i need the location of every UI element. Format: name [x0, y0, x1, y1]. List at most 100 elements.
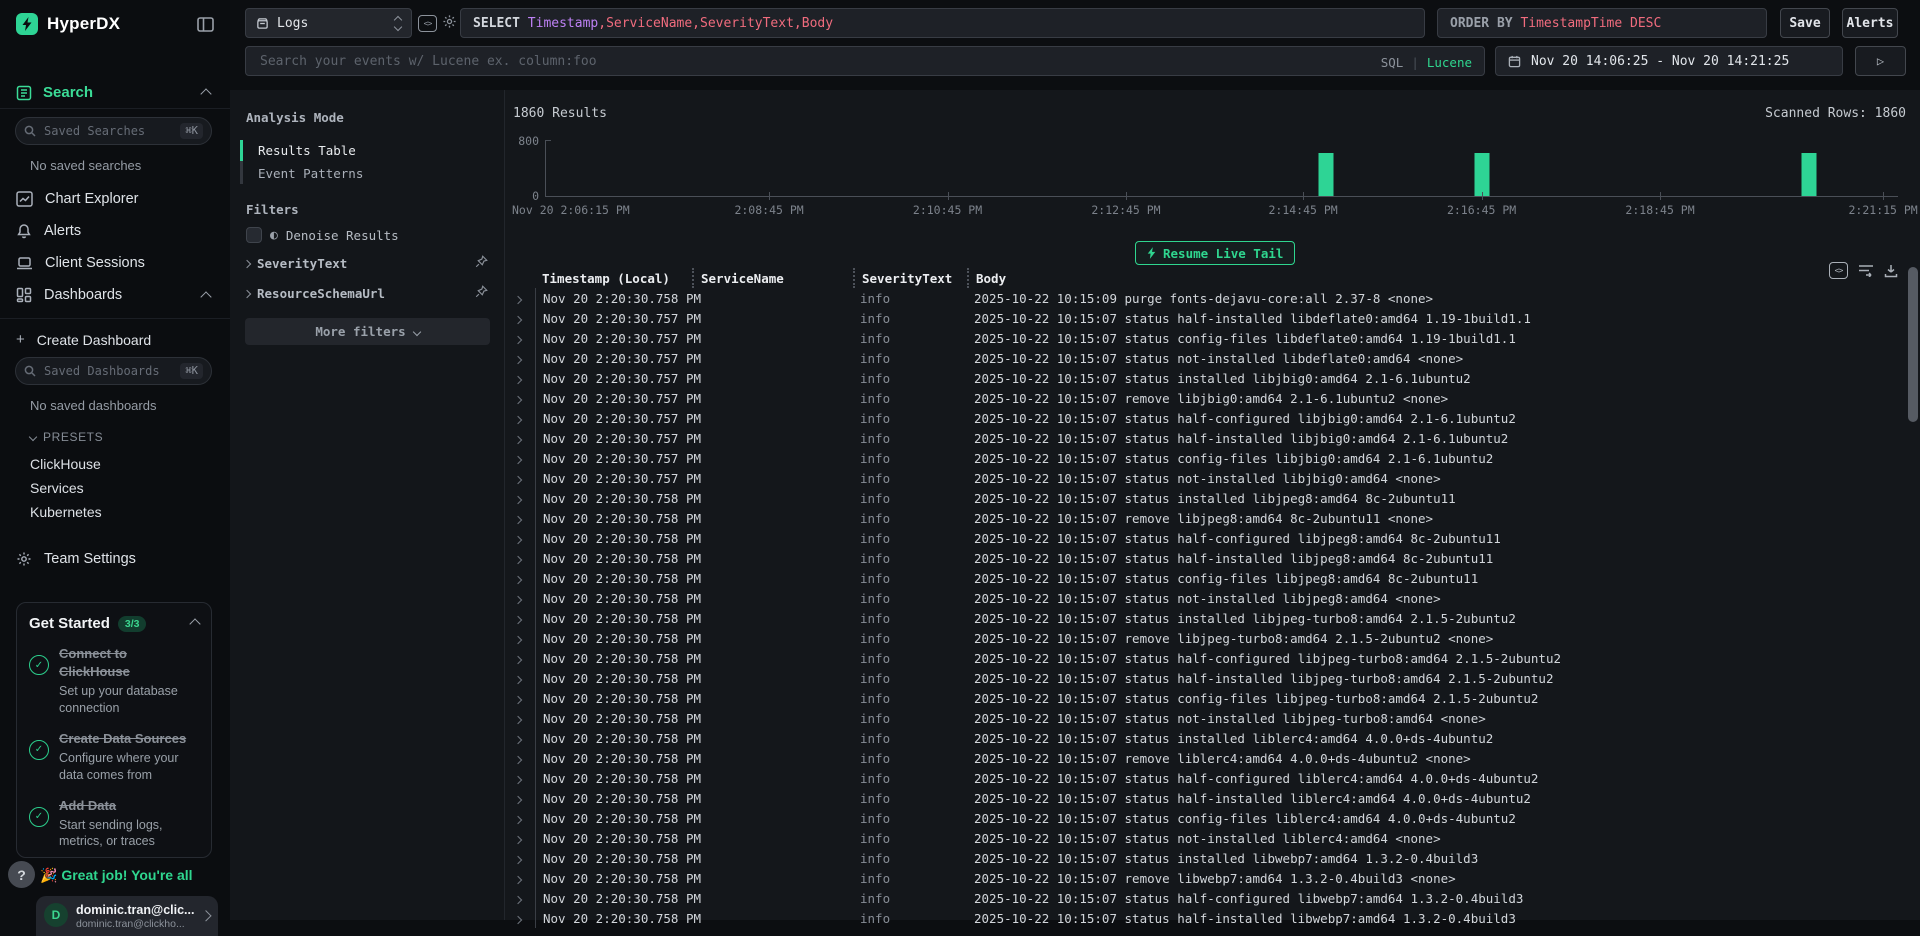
expand-row-icon[interactable]: [505, 871, 535, 886]
table-row[interactable]: Nov 20 2:20:30.758 PMinfo2025-10-22 10:1…: [505, 728, 1897, 748]
table-row[interactable]: Nov 20 2:20:30.757 PMinfo2025-10-22 10:1…: [505, 328, 1897, 348]
table-row[interactable]: Nov 20 2:20:30.757 PMinfo2025-10-22 10:1…: [505, 348, 1897, 368]
table-row[interactable]: Nov 20 2:20:30.758 PMinfo2025-10-22 10:1…: [505, 628, 1897, 648]
table-row[interactable]: Nov 20 2:20:30.758 PMinfo2025-10-22 10:1…: [505, 568, 1897, 588]
column-header-severitytext[interactable]: SeverityText: [853, 268, 967, 288]
expand-row-icon[interactable]: [505, 551, 535, 566]
expand-row-icon[interactable]: [505, 351, 535, 366]
histogram-bar[interactable]: [1319, 153, 1334, 196]
expand-row-icon[interactable]: [505, 591, 535, 606]
code-view-button[interactable]: <>: [418, 15, 437, 32]
table-row[interactable]: Nov 20 2:20:30.757 PMinfo2025-10-22 10:1…: [505, 428, 1897, 448]
chevron-up-icon[interactable]: [200, 88, 211, 99]
source-select[interactable]: Logs: [245, 8, 412, 38]
expand-row-icon[interactable]: [505, 731, 535, 746]
table-row[interactable]: Nov 20 2:20:30.757 PMinfo2025-10-22 10:1…: [505, 408, 1897, 428]
lucene-mode-toggle[interactable]: Lucene: [1427, 55, 1472, 70]
table-row[interactable]: Nov 20 2:20:30.758 PMinfo2025-10-22 10:1…: [505, 588, 1897, 608]
sidebar-item-search[interactable]: Search: [16, 84, 93, 101]
table-row[interactable]: Nov 20 2:20:30.758 PMinfo2025-10-22 10:1…: [505, 768, 1897, 788]
order-by-input[interactable]: ORDER BY TimestampTime DESC: [1437, 8, 1767, 38]
expand-row-icon[interactable]: [505, 891, 535, 906]
expand-row-icon[interactable]: [505, 491, 535, 506]
event-search-bar[interactable]: SQL | Lucene: [245, 46, 1485, 76]
expand-row-icon[interactable]: [505, 771, 535, 786]
sidebar-item-chart-explorer[interactable]: Chart Explorer: [16, 191, 138, 207]
mode-event-patterns[interactable]: Event Patterns: [258, 166, 363, 181]
scrollbar-thumb[interactable]: [1908, 267, 1918, 422]
table-row[interactable]: Nov 20 2:20:30.757 PMinfo2025-10-22 10:1…: [505, 368, 1897, 388]
table-row[interactable]: Nov 20 2:20:30.758 PMinfo2025-10-22 10:1…: [505, 648, 1897, 668]
expand-row-icon[interactable]: [505, 291, 535, 306]
chevron-up-icon[interactable]: [200, 291, 211, 302]
filter-group-resourceschemaurl[interactable]: ResourceSchemaUrl: [244, 286, 385, 301]
preset-services[interactable]: Services: [30, 480, 84, 496]
expand-row-icon[interactable]: [505, 691, 535, 706]
expand-row-icon[interactable]: [505, 611, 535, 626]
table-row[interactable]: Nov 20 2:20:30.758 PMinfo2025-10-22 10:1…: [505, 868, 1897, 888]
chevron-up-icon[interactable]: [189, 618, 200, 629]
mode-results-table[interactable]: Results Table: [258, 143, 356, 158]
lucene-search-input[interactable]: [258, 53, 1472, 70]
table-row[interactable]: Nov 20 2:20:30.758 PMinfo2025-10-22 10:1…: [505, 848, 1897, 868]
collapse-sidebar-icon[interactable]: [197, 17, 214, 32]
expand-row-icon[interactable]: [505, 811, 535, 826]
sidebar-item-alerts[interactable]: Alerts: [16, 223, 81, 239]
expand-row-icon[interactable]: [505, 451, 535, 466]
table-row[interactable]: Nov 20 2:20:30.758 PMinfo2025-10-22 10:1…: [505, 548, 1897, 568]
table-row[interactable]: Nov 20 2:20:30.758 PMinfo2025-10-22 10:1…: [505, 808, 1897, 828]
table-row[interactable]: Nov 20 2:20:30.757 PMinfo2025-10-22 10:1…: [505, 448, 1897, 468]
save-button[interactable]: Save: [1780, 8, 1830, 38]
expand-row-icon[interactable]: [505, 371, 535, 386]
histogram-bar[interactable]: [1474, 153, 1489, 196]
histogram-bar[interactable]: [1801, 153, 1816, 196]
column-header-timestamp[interactable]: Timestamp (Local): [535, 268, 692, 288]
preset-clickhouse[interactable]: ClickHouse: [30, 456, 101, 472]
table-row[interactable]: Nov 20 2:20:30.757 PMinfo2025-10-22 10:1…: [505, 468, 1897, 488]
query-settings-button[interactable]: [442, 14, 457, 29]
expand-row-icon[interactable]: [505, 651, 535, 666]
user-menu[interactable]: D dominic.tran@clic... dominic.tran@clic…: [36, 896, 218, 936]
table-row[interactable]: Nov 20 2:20:30.758 PMinfo2025-10-22 10:1…: [505, 908, 1897, 928]
time-range-picker[interactable]: Nov 20 14:06:25 - Nov 20 14:21:25: [1495, 46, 1843, 76]
table-row[interactable]: Nov 20 2:20:30.757 PMinfo2025-10-22 10:1…: [505, 388, 1897, 408]
expand-row-icon[interactable]: [505, 911, 535, 926]
create-dashboard-button[interactable]: + Create Dashboard: [16, 331, 151, 348]
get-started-step[interactable]: ✓ Create Data Sources Configure where yo…: [29, 730, 199, 784]
saved-searches-field[interactable]: [42, 123, 174, 139]
sql-mode-toggle[interactable]: SQL: [1381, 55, 1404, 70]
expand-row-icon[interactable]: [505, 531, 535, 546]
expand-row-icon[interactable]: [505, 471, 535, 486]
table-row[interactable]: Nov 20 2:20:30.758 PMinfo2025-10-22 10:1…: [505, 488, 1897, 508]
table-row[interactable]: Nov 20 2:20:30.757 PMinfo2025-10-22 10:1…: [505, 308, 1897, 328]
expand-row-icon[interactable]: [505, 671, 535, 686]
checkbox[interactable]: [246, 227, 262, 243]
get-started-step[interactable]: ✓ Add Data Start sending logs, metrics, …: [29, 797, 199, 851]
expand-row-icon[interactable]: [505, 431, 535, 446]
sidebar-item-client-sessions[interactable]: Client Sessions: [16, 255, 145, 271]
expand-row-icon[interactable]: [505, 751, 535, 766]
alerts-button[interactable]: Alerts: [1842, 8, 1898, 38]
expand-row-icon[interactable]: [505, 511, 535, 526]
table-row[interactable]: Nov 20 2:20:30.758 PMinfo2025-10-22 10:1…: [505, 828, 1897, 848]
select-columns-input[interactable]: SELECT Timestamp,ServiceName,SeverityTex…: [460, 8, 1425, 38]
expand-row-icon[interactable]: [505, 571, 535, 586]
denoise-results-toggle[interactable]: ◐ Denoise Results: [246, 227, 399, 243]
table-row[interactable]: Nov 20 2:20:30.758 PMinfo2025-10-22 10:1…: [505, 688, 1897, 708]
table-row[interactable]: Nov 20 2:20:30.758 PMinfo2025-10-22 10:1…: [505, 888, 1897, 908]
table-row[interactable]: Nov 20 2:20:30.758 PMinfo2025-10-22 10:1…: [505, 788, 1897, 808]
table-row[interactable]: Nov 20 2:20:30.758 PMinfo2025-10-22 10:1…: [505, 528, 1897, 548]
table-row[interactable]: Nov 20 2:20:30.758 PMinfo2025-10-22 10:1…: [505, 668, 1897, 688]
table-row[interactable]: Nov 20 2:20:30.758 PMinfo2025-10-22 10:1…: [505, 288, 1897, 308]
expand-row-icon[interactable]: [505, 851, 535, 866]
expand-row-icon[interactable]: [505, 791, 535, 806]
presets-toggle[interactable]: PRESETS: [30, 430, 103, 444]
app-logo[interactable]: HyperDX: [16, 13, 120, 35]
expand-row-icon[interactable]: [505, 631, 535, 646]
sidebar-item-team-settings[interactable]: Team Settings: [16, 551, 136, 567]
table-row[interactable]: Nov 20 2:20:30.758 PMinfo2025-10-22 10:1…: [505, 508, 1897, 528]
preset-kubernetes[interactable]: Kubernetes: [30, 504, 102, 520]
column-header-body[interactable]: Body: [967, 268, 1897, 288]
expand-row-icon[interactable]: [505, 391, 535, 406]
table-row[interactable]: Nov 20 2:20:30.758 PMinfo2025-10-22 10:1…: [505, 748, 1897, 768]
